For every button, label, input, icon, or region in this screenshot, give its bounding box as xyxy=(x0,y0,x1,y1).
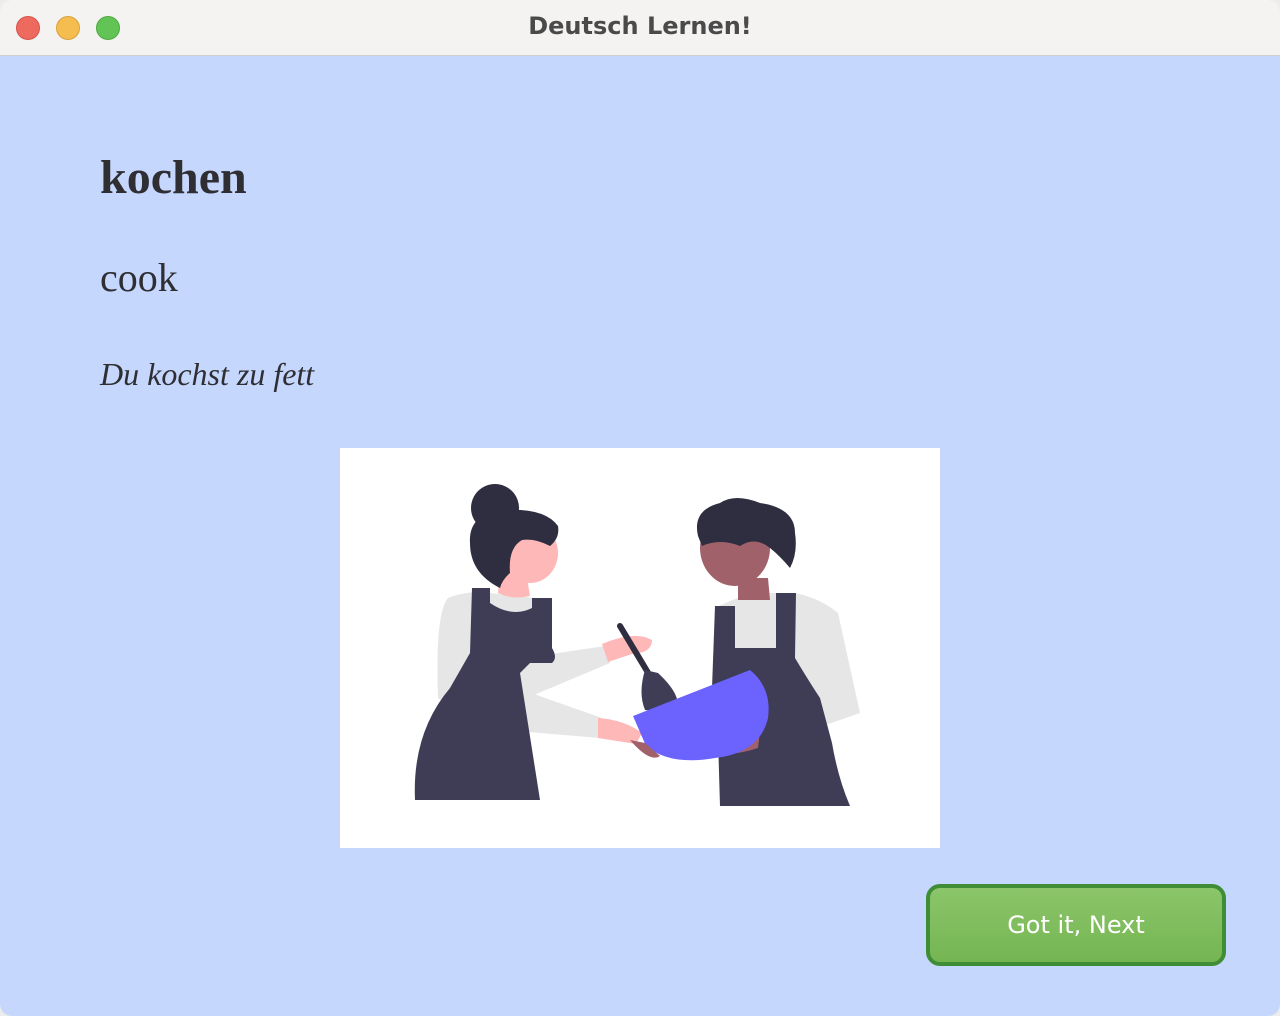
next-button[interactable]: Got it, Next xyxy=(926,884,1226,966)
app-window: Deutsch Lernen! kochen cook Du kochst zu… xyxy=(0,0,1280,1016)
german-word: kochen xyxy=(100,151,247,204)
english-translation: cook xyxy=(100,255,178,300)
title-bar[interactable]: Deutsch Lernen! xyxy=(0,0,1280,56)
window-title: Deutsch Lernen! xyxy=(528,12,752,40)
example-sentence: Du kochst zu fett xyxy=(100,356,315,392)
man-figure xyxy=(696,498,860,806)
cooking-illustration xyxy=(340,448,940,848)
cooking-illustration-svg xyxy=(414,484,860,806)
woman-figure xyxy=(414,484,652,800)
flashcard: kochen cook Du kochst zu fett Got it, Ne… xyxy=(0,56,1280,1016)
